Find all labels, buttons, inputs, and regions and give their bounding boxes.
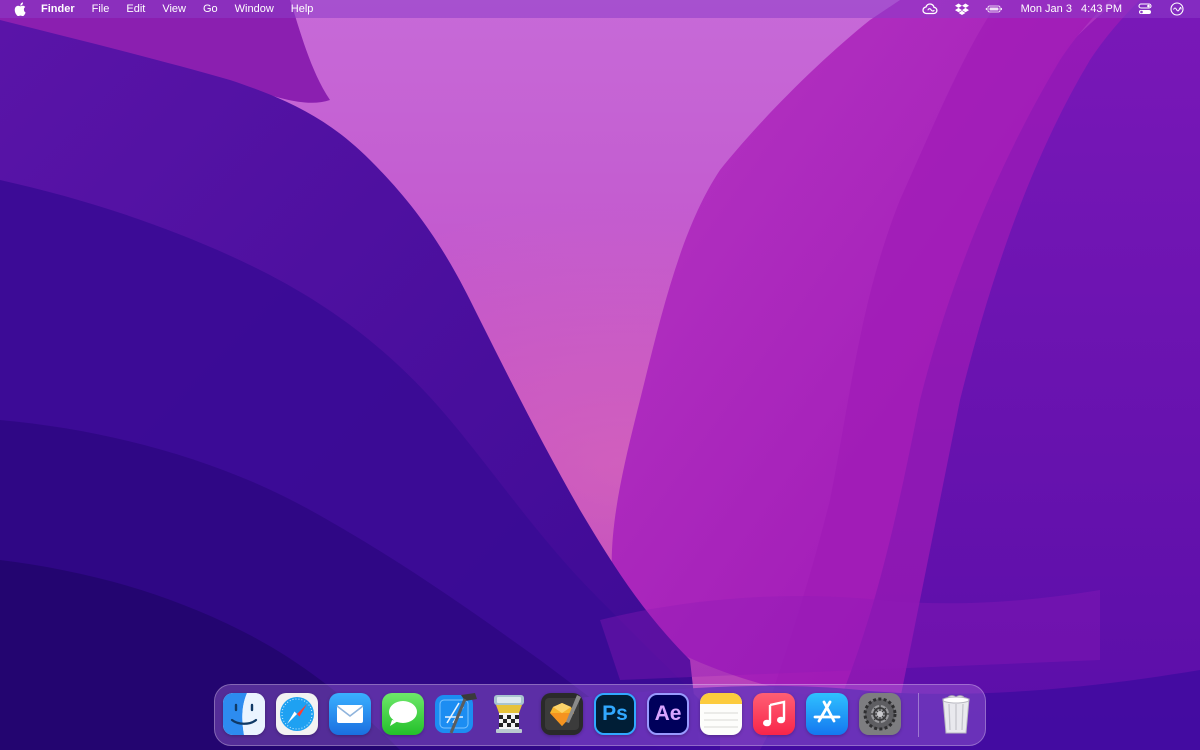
- dock-notes-icon[interactable]: [700, 693, 742, 735]
- menu-clock[interactable]: Mon Jan 3 4:43 PM: [1021, 0, 1122, 18]
- menu-bar-left: Finder File Edit View Go Window Help: [0, 0, 330, 18]
- dock-safari-icon[interactable]: [276, 693, 318, 735]
- dock-music-icon[interactable]: [753, 693, 795, 735]
- dock-system-preferences-icon[interactable]: [859, 693, 901, 735]
- menu-file[interactable]: File: [92, 0, 110, 18]
- dock-trash-icon[interactable]: [935, 693, 977, 735]
- dock-divider: [918, 693, 919, 737]
- menu-help[interactable]: Help: [291, 0, 314, 18]
- dock-finder-icon[interactable]: [223, 693, 265, 735]
- creative-cloud-icon[interactable]: [921, 2, 939, 16]
- menu-go[interactable]: Go: [203, 0, 218, 18]
- control-center-icon[interactable]: [1136, 2, 1154, 16]
- desktop-wallpaper: [0, 0, 1200, 750]
- menu-app-name[interactable]: Finder: [41, 0, 75, 18]
- dock-after-effects-icon[interactable]: Ae: [647, 693, 689, 735]
- menu-edit[interactable]: Edit: [126, 0, 145, 18]
- desktop[interactable]: Finder File Edit View Go Window Help Mon…: [0, 0, 1200, 750]
- dock-messages-icon[interactable]: [382, 693, 424, 735]
- menu-bar: Finder File Edit View Go Window Help Mon…: [0, 0, 1200, 18]
- dropbox-icon[interactable]: [953, 2, 971, 16]
- menu-view[interactable]: View: [162, 0, 186, 18]
- dock-app-store-icon[interactable]: [806, 693, 848, 735]
- menu-window[interactable]: Window: [235, 0, 274, 18]
- dock-xcode-icon[interactable]: [435, 693, 477, 735]
- battery-icon[interactable]: [984, 2, 1003, 16]
- dock-tower-icon[interactable]: [488, 693, 530, 735]
- dock-sketch-icon[interactable]: [541, 693, 583, 735]
- dock-mail-icon[interactable]: [329, 693, 371, 735]
- apple-logo-icon[interactable]: [14, 2, 26, 16]
- dock-photoshop-icon[interactable]: Ps: [594, 693, 636, 735]
- clock-time: 4:43 PM: [1081, 3, 1122, 15]
- siri-icon[interactable]: [1168, 2, 1186, 16]
- menu-bar-right: Mon Jan 3 4:43 PM: [907, 0, 1200, 18]
- dock: Ps Ae: [214, 684, 986, 746]
- clock-date: Mon Jan 3: [1020, 3, 1072, 15]
